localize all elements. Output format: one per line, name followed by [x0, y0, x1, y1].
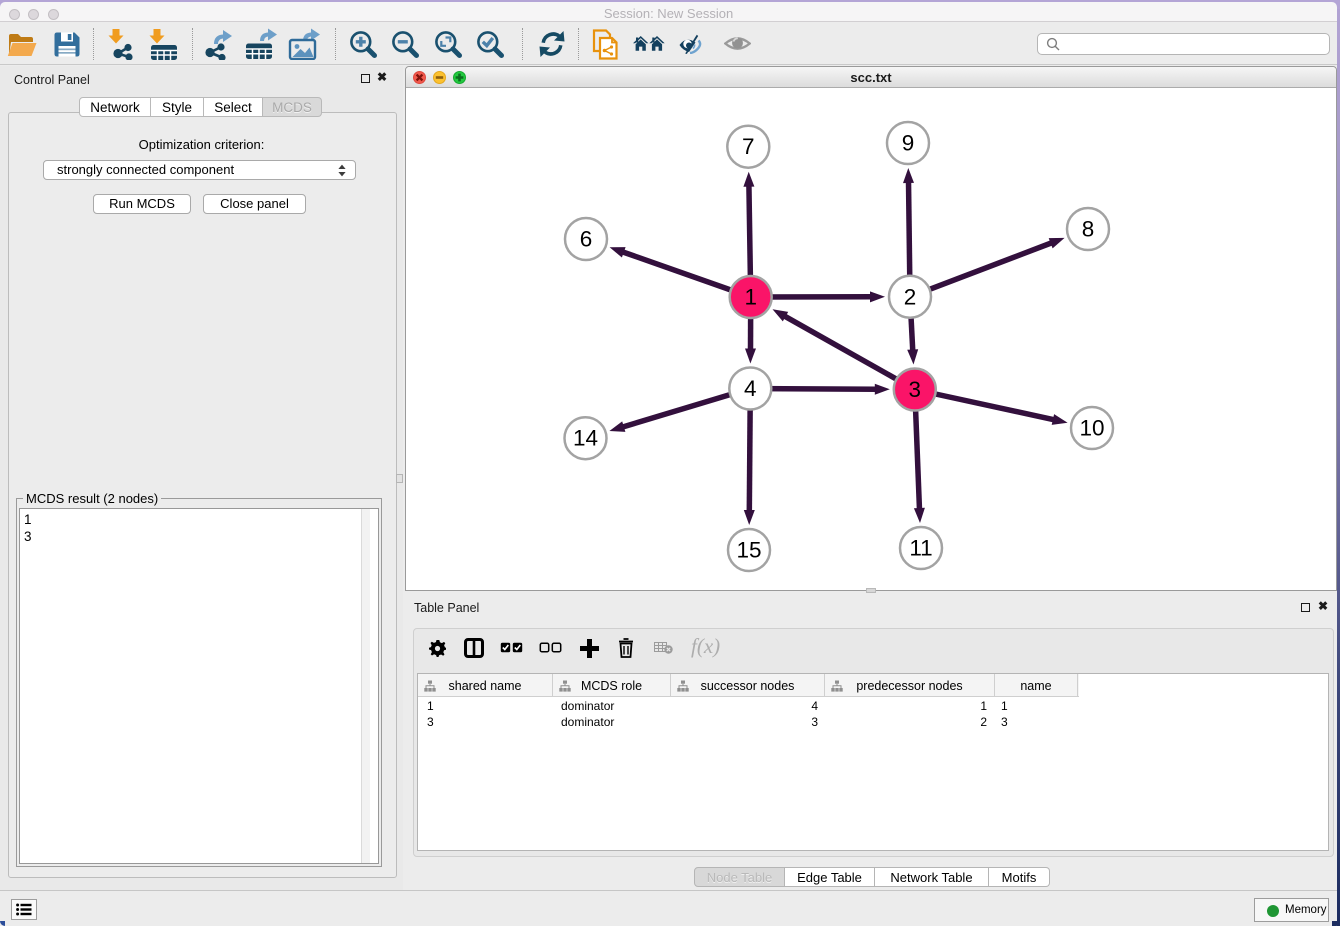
svg-text:9: 9	[902, 131, 915, 156]
svg-text:10: 10	[1079, 416, 1104, 441]
svg-text:11: 11	[909, 536, 932, 561]
svg-text:7: 7	[742, 134, 755, 159]
svg-text:8: 8	[1082, 217, 1095, 242]
svg-text:2: 2	[904, 284, 917, 309]
svg-text:14: 14	[573, 426, 598, 451]
svg-text:1: 1	[744, 285, 757, 310]
svg-text:4: 4	[744, 376, 757, 401]
svg-text:6: 6	[580, 227, 593, 252]
svg-text:15: 15	[736, 538, 761, 563]
svg-text:3: 3	[909, 377, 922, 402]
